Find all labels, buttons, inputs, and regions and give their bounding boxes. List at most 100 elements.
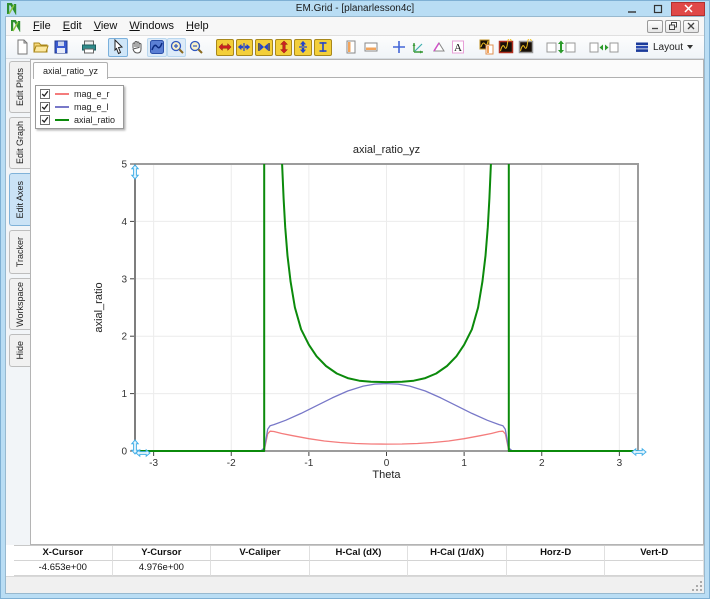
minimize-button[interactable]: [619, 2, 645, 16]
zoom-in-button[interactable]: [167, 38, 187, 57]
print-button[interactable]: [80, 38, 100, 57]
menu-edit[interactable]: Edit: [57, 19, 88, 33]
legend-item: mag_e_r: [40, 89, 115, 99]
status-header: H-Cal (1/dX): [408, 546, 507, 561]
mdi-close-button[interactable]: [683, 20, 699, 33]
mdi-restore-button[interactable]: [665, 20, 681, 33]
document-logo-icon: [11, 20, 23, 32]
sidebar-item-edit-plots[interactable]: Edit Plots: [9, 61, 30, 113]
status-value-row: -4.653e+00 4.976e+00: [14, 561, 704, 576]
new-file-button[interactable]: [12, 38, 32, 57]
page-portrait-button[interactable]: [342, 38, 362, 57]
compress-y-button[interactable]: [294, 39, 312, 56]
legend-checkbox[interactable]: [40, 115, 50, 125]
fit-y-button[interactable]: [314, 39, 332, 56]
tracker-axes-icon: [411, 39, 427, 55]
curve-window-icon: [518, 39, 534, 55]
menu-file[interactable]: File: [27, 19, 57, 33]
legend-item: mag_e_l: [40, 102, 115, 112]
plot-page-overlay-button[interactable]: [477, 38, 497, 57]
series-axial_ratio: [509, 164, 638, 451]
hand-icon: [129, 39, 145, 55]
expand-x-button[interactable]: [216, 39, 234, 56]
expand-y-button[interactable]: [275, 39, 293, 56]
select-arrow-icon: [110, 39, 126, 55]
resize-grip[interactable]: [691, 580, 703, 592]
fit-x-button[interactable]: [255, 39, 273, 56]
menu-windows[interactable]: Windows: [123, 19, 180, 33]
horizontal-spacing-button[interactable]: [587, 38, 621, 57]
layout-dropdown-button[interactable]: Layout: [630, 39, 698, 55]
x-tick-label: 1: [461, 458, 467, 469]
y-tick-label: 5: [121, 160, 127, 171]
open-file-button[interactable]: [32, 38, 52, 57]
check-icon: [41, 90, 49, 98]
toolbar: A Layout: [6, 36, 704, 59]
close-button[interactable]: [671, 2, 705, 16]
crosshair-cursor-button[interactable]: [390, 38, 410, 57]
menu-bar: File Edit View Windows Help: [6, 17, 704, 36]
legend-checkbox[interactable]: [40, 89, 50, 99]
expand-y-icon: [277, 40, 291, 54]
sidebar-item-workspace[interactable]: Workspace: [9, 278, 30, 330]
y-tick-label: 0: [121, 447, 127, 458]
close-icon: [684, 4, 693, 13]
layout-label: Layout: [653, 42, 683, 53]
check-icon: [41, 103, 49, 111]
svg-text:A: A: [454, 42, 462, 54]
legend-checkbox[interactable]: [40, 102, 50, 112]
app-frame: File Edit View Windows Help: [5, 16, 705, 594]
save-file-button[interactable]: [51, 38, 71, 57]
page-landscape-button[interactable]: [361, 38, 381, 57]
sidebar-item-edit-axes[interactable]: Edit Axes: [9, 173, 30, 226]
page-landscape-icon: [363, 39, 379, 55]
text-annotation-button[interactable]: A: [448, 38, 468, 57]
x-axis-label: Theta: [372, 469, 401, 481]
title-bar: EM.Grid - [planarlesson4c]: [5, 1, 705, 16]
menu-view[interactable]: View: [88, 19, 124, 33]
vert-d-value: [605, 561, 704, 576]
x-tick-label: -2: [227, 458, 236, 469]
select-arrow-button[interactable]: [108, 38, 128, 57]
text-a-icon: A: [450, 39, 466, 55]
curve-window-button[interactable]: [516, 38, 536, 57]
x-tick-label: 2: [539, 458, 545, 469]
caliper-button[interactable]: [429, 38, 449, 57]
sidebar-item-edit-graph[interactable]: Edit Graph: [9, 117, 30, 169]
layout-icon: [635, 40, 649, 54]
fit-y-icon: [316, 40, 330, 54]
zoom-in-icon: [169, 39, 185, 55]
status-header: Vert-D: [605, 546, 704, 561]
y-axis-label: axial_ratio: [93, 282, 105, 332]
pan-hand-button[interactable]: [128, 38, 148, 57]
tab-axial-ratio-yz[interactable]: axial_ratio_yz: [33, 62, 108, 79]
crosshair-icon: [391, 39, 407, 55]
axis-handle-y-top[interactable]: [132, 165, 138, 179]
vertical-spacing-button[interactable]: [544, 38, 578, 57]
curve-window-active-button[interactable]: [496, 38, 516, 57]
tab-strip: axial_ratio_yz: [31, 60, 703, 78]
chart-title: axial_ratio_yz: [353, 144, 420, 156]
mdi-close-icon: [687, 22, 695, 30]
compress-x-button[interactable]: [236, 39, 254, 56]
zoom-data-button[interactable]: [147, 38, 167, 57]
menu-help[interactable]: Help: [180, 19, 215, 33]
plot-page-overlay-icon: [479, 39, 495, 55]
h-cal-1dx-value: [408, 561, 507, 576]
series-axial_ratio: [135, 164, 264, 451]
chart-canvas[interactable]: -3-2-10123012345axial_ratio_yzThetaaxial…: [31, 78, 704, 545]
status-header: X-Cursor: [14, 546, 113, 561]
sidebar-item-hide[interactable]: Hide: [9, 334, 30, 367]
legend-swatch: [55, 119, 69, 121]
window-title: EM.Grid - [planarlesson4c]: [5, 3, 705, 14]
x-tick-label: 0: [384, 458, 390, 469]
status-header: Horz-D: [507, 546, 606, 561]
mdi-minimize-button[interactable]: [647, 20, 663, 33]
tracker-axes-button[interactable]: [409, 38, 429, 57]
zoom-out-button[interactable]: [186, 38, 206, 57]
horizontal-spacing-icon: [588, 39, 620, 55]
maximize-button[interactable]: [645, 2, 671, 16]
sidebar-item-tracker[interactable]: Tracker: [9, 230, 30, 274]
status-header: H-Cal (dX): [310, 546, 409, 561]
zoom-out-icon: [188, 39, 204, 55]
